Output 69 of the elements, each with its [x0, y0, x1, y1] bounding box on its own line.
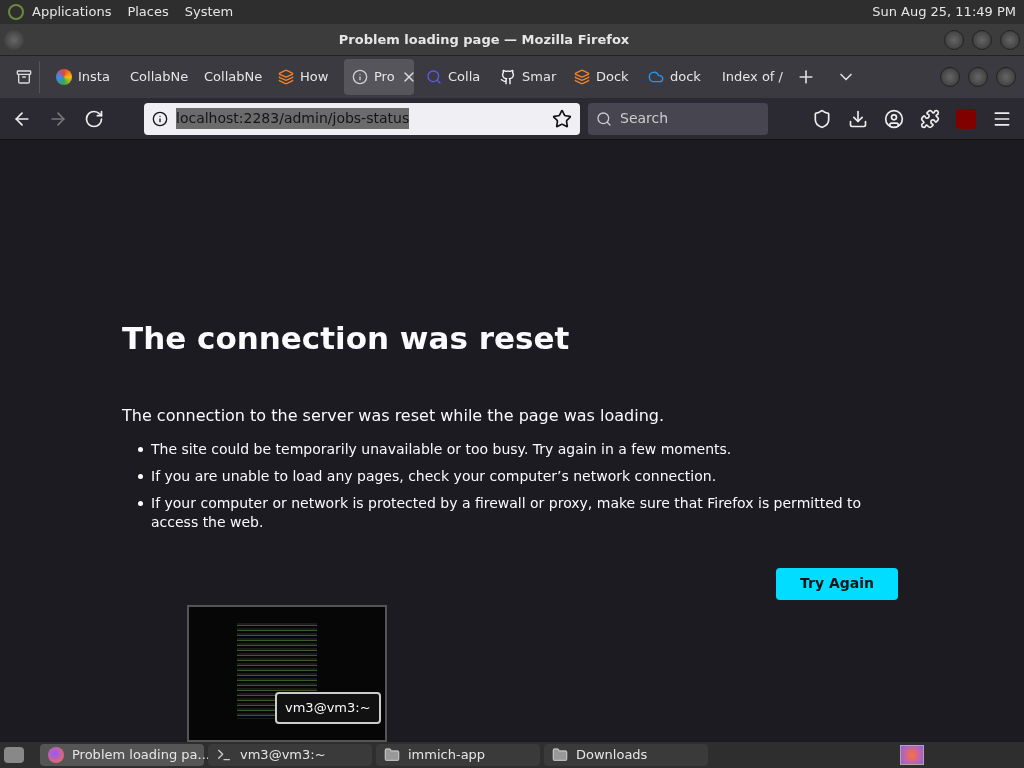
github-icon: [500, 69, 516, 85]
colorwheel-icon: [56, 69, 72, 85]
tab-title: Smar: [522, 68, 557, 87]
tray-icon[interactable]: [15, 69, 32, 85]
cloud-icon: [648, 69, 664, 85]
bullet-icon: [138, 500, 143, 506]
panel-menu[interactable]: Places: [127, 2, 169, 22]
error-title: The connection was reset: [122, 319, 571, 358]
window-control-icon[interactable]: [968, 67, 988, 87]
bullet-icon: [138, 446, 143, 452]
search-field[interactable]: Search: [588, 102, 768, 135]
window-control-icon[interactable]: [940, 67, 960, 87]
bullet-text: If your computer or network is protected by a firewall or proxy, make sure that Firefox is permitted to access the web.: [151, 493, 863, 532]
browser-tab[interactable]: Smar: [492, 59, 562, 95]
url-text: localhost:2283/admin/jobs-status: [176, 108, 410, 129]
browser-tab[interactable]: Colla: [418, 59, 488, 95]
tab-title: Dock: [596, 68, 629, 87]
tab-title: CollabNe: [204, 68, 263, 87]
window-control-icon[interactable]: [996, 67, 1016, 87]
window-title: Problem loading page — Mozilla Firefox: [337, 30, 631, 49]
window-control-icon[interactable]: [1000, 29, 1020, 50]
search-icon: [596, 110, 612, 127]
search-icon: [426, 69, 442, 85]
firefox-icon: [48, 747, 64, 763]
info-icon: [352, 69, 368, 85]
bookmark-star-icon[interactable]: [552, 108, 572, 129]
tab-title: Insta: [78, 68, 110, 87]
bullet-text: If you are unable to load any pages, check your computer’s network connection.: [151, 466, 717, 486]
browser-tab[interactable]: CollabNe: [196, 59, 266, 95]
taskbar-button[interactable]: vm3@vm3:~: [208, 744, 372, 766]
browser-tab[interactable]: CollabNe: [122, 59, 192, 95]
browser-tab[interactable]: Pro: [344, 59, 414, 95]
extensions-icon[interactable]: [920, 108, 940, 129]
tab-title: CollabNe: [130, 68, 189, 87]
window-control-icon[interactable]: [944, 29, 964, 50]
folder-icon: [552, 747, 568, 763]
download-icon[interactable]: [848, 108, 868, 129]
error-message: The connection to the server was reset while the page was loading.: [122, 404, 665, 427]
stack-icon: [278, 69, 294, 85]
browser-tab[interactable]: dock: [640, 59, 710, 95]
info-icon[interactable]: [152, 110, 168, 127]
bullet-text: The site could be temporarily unavailable or too busy. Try again in a few moments.: [151, 439, 732, 459]
tab-title: Index of /: [722, 68, 783, 87]
folder-icon: [384, 747, 400, 763]
browser-tab[interactable]: Insta: [48, 59, 118, 95]
tab-title: Colla: [448, 68, 481, 87]
try-again-button[interactable]: Try Again: [776, 567, 898, 600]
tab-title: How: [300, 68, 329, 87]
tab-title: Pro: [374, 68, 395, 87]
reload-icon[interactable]: [84, 108, 104, 129]
browser-tab[interactable]: Dock: [566, 59, 636, 95]
distro-logo-icon[interactable]: [8, 4, 24, 20]
tab-title: dock: [670, 68, 701, 87]
stack-icon: [574, 69, 590, 85]
clock: Sun Aug 25, 11:49 PM: [872, 3, 1016, 22]
search-placeholder: Search: [620, 109, 669, 128]
show-desktop-icon[interactable]: [4, 747, 24, 763]
panel-menu[interactable]: Applications: [32, 2, 112, 22]
bullet-icon: [138, 473, 143, 479]
taskbar-button[interactable]: immich-app: [376, 744, 540, 766]
window-control-icon[interactable]: [972, 29, 992, 50]
account-icon[interactable]: [884, 108, 904, 129]
browser-tab[interactable]: Index of /: [714, 59, 784, 95]
tooltip: vm3@vm3:~: [275, 692, 381, 724]
terminal-icon: [216, 747, 232, 763]
browser-tab[interactable]: How: [270, 59, 340, 95]
taskbar-button[interactable]: Downloads: [544, 744, 708, 766]
panel-menu[interactable]: System: [184, 2, 234, 22]
window-preview[interactable]: vm3@vm3:~: [187, 605, 387, 742]
